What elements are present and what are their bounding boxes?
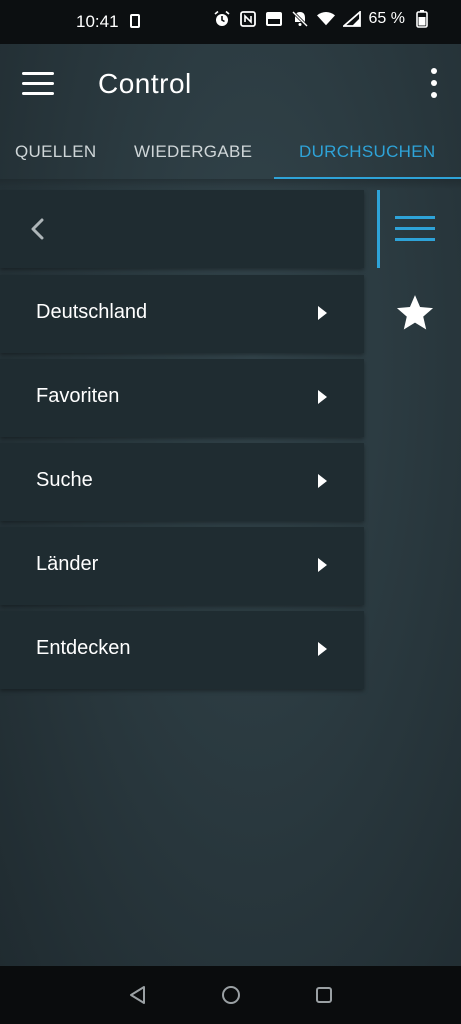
caret-right-icon — [318, 390, 327, 404]
alarm-icon — [213, 10, 231, 28]
nfc-icon — [239, 10, 257, 28]
app-bar: Control — [0, 44, 461, 124]
mute-icon — [291, 10, 309, 28]
list-item[interactable]: Suche — [0, 443, 364, 521]
home-circle-icon[interactable] — [220, 984, 242, 1006]
caret-right-icon — [318, 558, 327, 572]
tab-wiedergabe[interactable]: WIEDERGABE — [134, 124, 252, 180]
list-item-label: Deutschland — [36, 301, 148, 323]
tabs-divider — [0, 179, 461, 189]
overflow-menu-icon[interactable] — [429, 68, 439, 98]
battery-icon — [413, 10, 431, 28]
list-view-icon[interactable] — [395, 216, 435, 242]
hamburger-menu-icon[interactable] — [22, 72, 54, 96]
list-item-label: Suche — [36, 469, 93, 491]
system-nav-bar — [0, 966, 461, 1024]
list-item-label: Favoriten — [36, 385, 120, 407]
chevron-left-icon — [31, 218, 44, 240]
caret-right-icon — [318, 642, 327, 656]
status-time: 10:41 — [76, 12, 119, 31]
caret-right-icon — [318, 474, 327, 488]
back-row[interactable] — [0, 190, 364, 268]
page-title: Control — [98, 68, 192, 99]
list-item[interactable]: Favoriten — [0, 359, 364, 437]
list-item-label: Entdecken — [36, 637, 131, 659]
back-triangle-icon[interactable] — [127, 984, 149, 1006]
list-item[interactable]: Deutschland — [0, 275, 364, 353]
tab-bar: QUELLEN WIEDERGABE DURCHSUCHEN — [0, 124, 461, 180]
caret-right-icon — [318, 306, 327, 320]
list-item-label: Länder — [36, 553, 99, 575]
list-item[interactable]: Länder — [0, 527, 364, 605]
tab-quellen[interactable]: QUELLEN — [15, 124, 96, 180]
tab-durchsuchen[interactable]: DURCHSUCHEN — [299, 124, 435, 180]
recents-square-icon[interactable] — [313, 984, 335, 1006]
star-icon[interactable] — [394, 292, 436, 334]
list-item[interactable]: Entdecken — [0, 611, 364, 689]
sim-card-icon — [130, 14, 140, 28]
signal-icon — [342, 10, 361, 28]
volte-icon — [265, 10, 283, 28]
status-icons: 65 % — [213, 10, 431, 28]
side-rail-active-indicator — [377, 190, 380, 268]
battery-percent: 65 % — [368, 10, 405, 27]
status-bar: 10:41 65 % — [0, 0, 461, 44]
wifi-icon — [316, 10, 335, 28]
